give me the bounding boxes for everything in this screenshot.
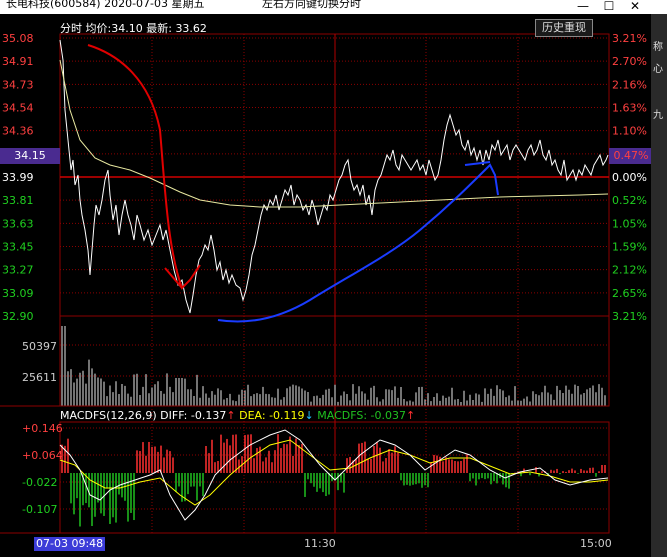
macd-tick-label: +0.146 [22,422,63,435]
price-tick-label: 34.91 [2,55,34,68]
pct-tick-label: 1.10% [612,125,647,138]
side-char-3: 九 [653,110,663,121]
macd-macd-value: -0.037 [370,409,407,422]
price-tick-label: 34.54 [2,102,34,115]
side-panel-strip: 称 心 九 [651,14,667,557]
current-pct-marker: 0.47% [609,148,653,164]
side-char-2: 心 [653,64,663,75]
pct-tick-label: 0.52% [612,194,647,207]
price-tick-label: 33.81 [2,194,34,207]
intraday-chart[interactable]: 35.08 3.21% 34.91 2.70% 34.73 2.16% 34.54 1.63%… [0,0,667,557]
macd-dea-arrow: ↓ [304,409,314,422]
side-char-1: 称 [653,42,663,53]
macd-dea-line [59,439,609,506]
macd-macd-arrow: ↑ [406,409,416,422]
avg-price-value: 34.10 [111,22,143,35]
pct-tick-label: 2.65% [612,287,647,300]
time-axis-start: 07-03 09:48 [34,537,106,551]
history-replay-button[interactable]: 历史重现 [535,19,593,37]
price-tick-label: 34.36 [2,125,34,138]
current-price-marker: 34.15 [0,148,60,164]
red-annotation-stroke [87,44,201,290]
price-tick-label: 35.08 [2,32,34,45]
chart-window: 长电科技(600584) 2020-07-03 星期五 左右方向键切换分时 — … [0,0,667,557]
price-tick-label: 33.09 [2,287,34,300]
pct-tick-label: 2.12% [612,264,647,277]
volume-tick-label: 25611 [22,371,57,384]
macd-title: MACDFS(12,26,9) [60,409,157,422]
macd-dea-label: DEA: [239,409,266,422]
last-price-value: 33.62 [175,22,207,35]
macd-diff-arrow: ↑ [226,409,236,422]
macd-tick-label: -0.022 [22,476,57,489]
price-tick-label: 34.73 [2,78,34,91]
pct-tick-label: 1.59% [612,241,647,254]
price-tick-label: 33.45 [2,241,34,254]
macd-macd-label: MACDFS: [317,409,368,422]
pct-tick-label: 2.16% [612,78,647,91]
price-tick-label: 33.63 [2,217,34,230]
macd-diff-label: DIFF: [160,409,188,422]
pct-tick-label: 2.70% [612,55,647,68]
pct-tick-label: 1.63% [612,102,647,115]
macd-tick-label: -0.107 [22,503,57,516]
price-tick-label: 33.99 [2,171,34,184]
pct-tick-label: 1.05% [612,217,647,230]
pct-tick-label: 3.21% [612,32,647,45]
time-axis-end: 15:00 [580,537,612,550]
volume-tick-label: 50397 [22,340,57,353]
avg-price-label: 均价: [85,22,112,35]
header-info: 分时 均价:34.10 最新: 33.62 [60,20,207,36]
average-price-line [59,59,609,208]
macd-diff-value: -0.137 [190,409,227,422]
price-tick-label: 33.27 [2,264,34,277]
blue-annotation-tick [464,161,491,166]
last-price-label: 最新: [146,22,172,35]
pct-tick-label: 3.21% [612,310,647,323]
macd-dea-value: -0.119 [269,409,305,422]
price-tick-label: 32.90 [2,310,34,323]
macd-tick-label: +0.064 [22,449,63,462]
macd-header: MACDFS(12,26,9) DIFF: -0.137↑ DEA: -0.11… [60,409,415,422]
macd-diff-line [59,429,609,521]
mode-label: 分时 [60,22,82,35]
pct-tick-label: 0.00% [612,171,647,184]
time-axis-mid: 11:30 [304,537,336,550]
